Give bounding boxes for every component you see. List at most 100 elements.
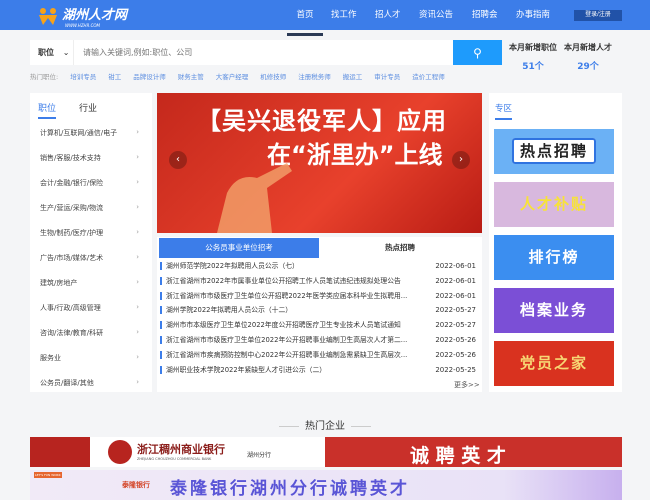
stat-label: 本月新增人才 [564, 43, 612, 52]
logo[interactable]: 湖州人才网 WWW.HZHR.COM [38, 4, 127, 28]
chevron-right-icon: › [136, 153, 139, 161]
category-item[interactable]: 销售/客服/技术支持 › [40, 153, 145, 163]
category-label: 计算机/互联网/通信/电子 [40, 129, 118, 137]
news-date: 2022-05-27 [435, 321, 476, 330]
stat-label: 本月新增职位 [509, 43, 557, 52]
category-item[interactable]: 人事/行政/高级管理 › [40, 303, 145, 313]
news-item[interactable]: 浙江省湖州市疾病预防控制中心2022年公开招聘事业编制急需紧缺卫生高层次... 2… [160, 348, 478, 363]
category-item[interactable]: 建筑/房地产 › [40, 278, 145, 288]
news-title[interactable]: 浙江省湖州市市级医疗卫生单位2022年公开招聘事业编制卫生高层次人才第二... [160, 336, 415, 344]
company-banner-chouzhou[interactable]: 浙江稠州商业银行 ZHEJIANG CHOUZHOU COMMERCIAL BA… [30, 437, 622, 467]
tab-industry[interactable]: 行业 [79, 101, 97, 114]
news-title[interactable]: 浙江省湖州市2022年市属事业单位公开招聘工作人员笔试违纪违规拟处理公告 [160, 276, 415, 285]
news-item[interactable]: 浙江省湖州市市级医疗卫生单位2022年公开招聘事业编制卫生高层次人才第二... 2… [160, 333, 478, 348]
category-label: 销售/客服/技术支持 [40, 154, 101, 162]
tab-position[interactable]: 职位 [38, 101, 57, 119]
news-item[interactable]: 浙江省湖州市2022年市属事业单位公开招聘工作人员笔试违纪违规拟处理公告 2022… [160, 274, 478, 289]
zone-label: 档案业务 [519, 301, 588, 319]
banner-slogan: 泰隆银行湖州分行诚聘英才 [170, 479, 410, 499]
category-item[interactable]: 服务业 › [40, 353, 145, 363]
news-date: 2022-05-25 [435, 365, 476, 374]
news-item[interactable]: 湖州学院2022年拟聘用人员公示（十二） 2022-05-27 [160, 303, 478, 318]
category-item[interactable]: 公务员/翻译/其他 › [40, 378, 145, 388]
search-button[interactable]: ⚲ [453, 40, 502, 65]
category-label: 广告/市场/媒体/艺术 [40, 254, 104, 262]
news-item[interactable]: 湖州职业技术学院2022年紧缺型人才引进公示（二） 2022-05-25 [160, 363, 478, 378]
category-item[interactable]: 生产/营运/采购/物流 › [40, 203, 145, 213]
hot-job-link[interactable]: 财务主管 [178, 73, 204, 81]
hot-job-link[interactable]: 注册税务师 [298, 73, 331, 81]
hot-job-link[interactable]: 造价工程师 [412, 73, 445, 81]
news-title[interactable]: 湖州职业技术学院2022年紧缺型人才引进公示（二） [160, 365, 415, 374]
search-type-select[interactable]: 职位 ⌄ [30, 40, 74, 65]
category-label: 生产/营运/采购/物流 [40, 204, 104, 212]
search-input[interactable] [75, 40, 453, 65]
news-title[interactable]: 浙江省湖州市市级医疗卫生单位公开招聘2022年医学类应届本科毕业生拟聘用... [160, 291, 415, 300]
category-label: 咨询/法律/教育/科研 [40, 329, 104, 337]
bank-en: ZHEJIANG CHOUZHOU COMMERCIAL BANK [137, 457, 212, 461]
chevron-right-icon: › [136, 278, 139, 286]
category-item[interactable]: 会计/金融/银行/保险 › [40, 178, 145, 188]
news-title[interactable]: 湖州市市本级医疗卫生单位2022年度公开招聘医疗卫生专业技术人员笔试通知 [160, 321, 415, 330]
nav-find-job[interactable]: 找工作 [331, 0, 357, 30]
category-item[interactable]: 计算机/互联网/通信/电子 › [40, 128, 145, 138]
chevron-right-icon: › [136, 378, 139, 386]
nav-home[interactable]: 首页 [287, 0, 323, 36]
news-date: 2022-05-27 [435, 306, 476, 315]
banner-line1: 【吴兴退役军人】应用 [197, 107, 447, 135]
news-item[interactable]: 湖州师范学院2022年拟聘用人员公示（七） 2022-06-01 [160, 259, 478, 274]
category-label: 公务员/翻译/其他 [40, 379, 94, 387]
news-date: 2022-06-01 [435, 262, 476, 270]
hot-job-link[interactable]: 培训专员 [70, 73, 96, 81]
nav-news[interactable]: 资讯公告 [419, 0, 453, 30]
stat-new-jobs: 本月新增职位 51个 [503, 42, 563, 72]
nav-recruit[interactable]: 招人才 [375, 0, 401, 30]
zone-banner[interactable]: 人才补贴 [494, 182, 614, 227]
news-item[interactable]: 湖州市市本级医疗卫生单位2022年度公开招聘医疗卫生专业技术人员笔试通知 2022… [160, 318, 478, 333]
company-banner-tailong[interactable]: LET'S FUN WORK 泰隆银行 泰隆银行湖州分行诚聘英才 [30, 470, 622, 500]
zone-banner[interactable]: 党员之家 [494, 341, 614, 386]
news-date: 2022-05-26 [435, 350, 476, 359]
news-title[interactable]: 湖州师范学院2022年拟聘用人员公示（七） [160, 262, 415, 270]
news-date: 2022-05-26 [435, 336, 476, 344]
logo-text: 湖州人才网 [62, 8, 128, 23]
chevron-right-icon: › [136, 178, 139, 186]
tab-hot-recruit[interactable]: 热点招聘 [320, 238, 480, 258]
header: 湖州人才网 WWW.HZHR.COM 首页 找工作 招人才 资讯公告 招聘会 办事… [0, 0, 650, 36]
tab-civil-service[interactable]: 公务员事业单位招考 [159, 238, 319, 258]
login-button[interactable]: 登录/注册 [574, 10, 622, 21]
hot-job-link[interactable]: 钳工 [108, 73, 121, 81]
hot-job-link[interactable]: 机修技师 [260, 73, 286, 81]
more-link[interactable]: 更多>> [454, 380, 480, 390]
hot-job-link[interactable]: 搬运工 [343, 73, 363, 81]
news-date: 2022-06-01 [435, 276, 476, 285]
news-title[interactable]: 湖州学院2022年拟聘用人员公示（十二） [160, 306, 415, 315]
stat-value: 29个 [577, 62, 599, 72]
next-arrow[interactable]: › [452, 151, 470, 169]
prev-arrow[interactable]: ‹ [169, 151, 187, 169]
hot-job-link[interactable]: 审计专员 [374, 73, 400, 81]
zone-banner[interactable]: 热点招聘 [494, 129, 614, 174]
zone-banner[interactable]: 档案业务 [494, 288, 614, 333]
chevron-right-icon: › [136, 253, 139, 261]
chevron-right-icon: › [136, 353, 139, 361]
nav-guide[interactable]: 办事指南 [516, 0, 550, 30]
chevron-right-icon: › [136, 328, 139, 336]
news-title[interactable]: 浙江省湖州市疾病预防控制中心2022年公开招聘事业编制急需紧缺卫生高层次... [160, 350, 415, 359]
hot-companies-title: 热门企业 [250, 417, 400, 432]
hot-job-link[interactable]: 大客户经理 [216, 73, 249, 81]
salute-silhouette-icon [217, 163, 292, 233]
hot-job-link[interactable]: 品牌设计师 [133, 73, 166, 81]
hot-jobs: 热门职位: 培训专员 钳工 品牌设计师 财务主管 大客户经理 机修技师 注册税务师 搬运工 审计专… [30, 71, 445, 81]
nav-job-fair[interactable]: 招聘会 [472, 0, 498, 30]
hero-banner[interactable]: 【吴兴退役军人】应用 在“浙里办”上线 ‹ › [157, 93, 482, 233]
category-item[interactable]: 广告/市场/媒体/艺术 › [40, 253, 145, 263]
bank-logo-icon [108, 440, 132, 464]
news-item[interactable]: 浙江省湖州市市级医疗卫生单位公开招聘2022年医学类应届本科毕业生拟聘用... 2… [160, 289, 478, 304]
bank-branch: 湖州分行 [247, 452, 272, 459]
chevron-down-icon: ⌄ [62, 48, 70, 57]
category-item[interactable]: 咨询/法律/教育/科研 › [40, 328, 145, 338]
category-item[interactable]: 生物/制药/医疗/护理 › [40, 228, 145, 238]
zone-banner[interactable]: 排行榜 [494, 235, 614, 280]
category-label: 会计/金融/银行/保险 [40, 179, 104, 187]
